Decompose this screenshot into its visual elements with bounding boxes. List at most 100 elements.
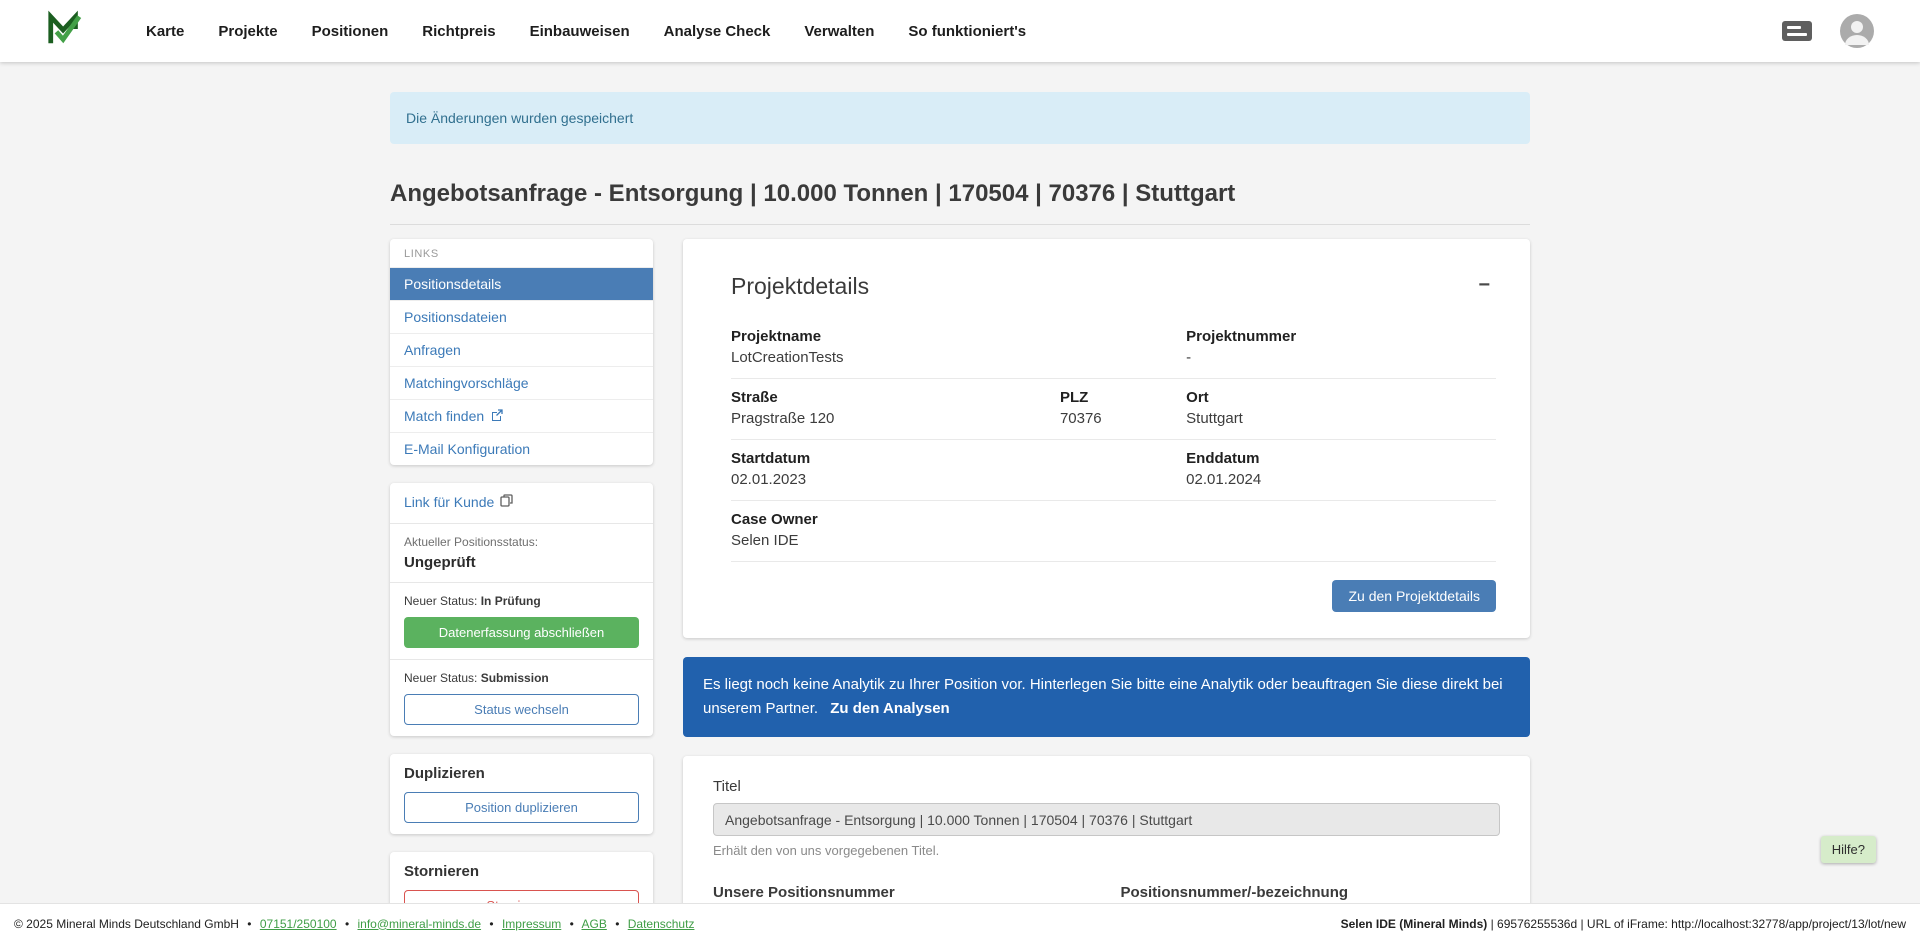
field-case-owner: Case Owner Selen IDE: [731, 511, 1496, 549]
nav-item-analyse-check[interactable]: Analyse Check: [664, 23, 771, 40]
main-nav: Karte Projekte Positionen Richtpreis Ein…: [146, 23, 1026, 40]
analytics-banner: Es liegt noch keine Analytik zu Ihrer Po…: [683, 657, 1530, 737]
field-label: Straße: [731, 389, 1060, 406]
field-plz: PLZ 70376: [1060, 389, 1186, 427]
detail-row: Case Owner Selen IDE: [731, 501, 1496, 562]
nav-item-karte[interactable]: Karte: [146, 23, 184, 40]
brand-logo[interactable]: [46, 10, 84, 53]
next-status-line-2: Neuer Status: Submission: [404, 671, 639, 685]
analytics-banner-text: Es liegt noch keine Analytik zu Ihrer Po…: [703, 676, 1503, 717]
next-status-label: Neuer Status:: [404, 594, 477, 608]
our-number-label: Unsere Positionsnummer: [713, 884, 1093, 901]
field-label: PLZ: [1060, 389, 1186, 406]
email-link[interactable]: info@mineral-minds.de: [357, 917, 481, 931]
project-details-card: Projektdetails − Projektname LotCreation…: [683, 239, 1530, 638]
datenschutz-link[interactable]: Datenschutz: [628, 917, 695, 931]
field-value: Selen IDE: [731, 532, 1496, 549]
field-value: -: [1186, 349, 1496, 366]
status-card: Link für Kunde Aktueller Positionsstatus…: [390, 483, 653, 736]
main-column: Projektdetails − Projektname LotCreation…: [683, 239, 1530, 943]
pos-number-label: Positionsnummer/-bezeichnung: [1121, 884, 1501, 901]
nav-item-so-funktionierts[interactable]: So funktioniert's: [908, 23, 1026, 40]
session-details: | 69576255536d | URL of iFrame: http://l…: [1487, 917, 1906, 931]
field-strasse: Straße Pragstraße 120: [731, 389, 1060, 427]
copyright-text: © 2025 Mineral Minds Deutschland GmbH: [14, 917, 239, 931]
field-value: 02.01.2024: [1186, 471, 1496, 488]
duplicate-position-button[interactable]: Position duplizieren: [404, 792, 639, 823]
finish-data-entry-button[interactable]: Datenerfassung abschließen: [404, 617, 639, 648]
nav-item-projekte[interactable]: Projekte: [218, 23, 277, 40]
cancel-heading: Stornieren: [404, 863, 639, 880]
field-label: Projektname: [731, 328, 1186, 345]
user-avatar[interactable]: [1840, 14, 1874, 48]
top-navigation: Karte Projekte Positionen Richtpreis Ein…: [0, 0, 1920, 62]
duplicate-card: Duplizieren Position duplizieren: [390, 754, 653, 834]
field-value: 70376: [1060, 410, 1186, 427]
impressum-link[interactable]: Impressum: [502, 917, 561, 931]
nav-item-richtpreis[interactable]: Richtpreis: [422, 23, 495, 40]
server-icon[interactable]: [1782, 21, 1812, 41]
separator: •: [615, 917, 619, 931]
field-value: 02.01.2023: [731, 471, 1186, 488]
page-body: Die Änderungen wurden gespeichert Angebo…: [0, 62, 1920, 943]
sidebar: LINKS Positionsdetails Positionsdateien …: [390, 239, 653, 943]
agb-link[interactable]: AGB: [582, 917, 607, 931]
next-status-label: Neuer Status:: [404, 671, 477, 685]
sidebar-item-label: Positionsdetails: [404, 276, 501, 292]
field-enddatum: Enddatum 02.01.2024: [1186, 450, 1496, 488]
next-status-value: Submission: [481, 671, 549, 685]
sidebar-item-positionsdetails[interactable]: Positionsdetails: [390, 267, 653, 300]
field-label: Ort: [1186, 389, 1496, 406]
field-startdatum: Startdatum 02.01.2023: [731, 450, 1186, 488]
session-user: Selen IDE (Mineral Minds): [1341, 917, 1488, 931]
project-details-title: Projektdetails: [731, 273, 869, 300]
links-header: LINKS: [390, 239, 653, 267]
separator: •: [489, 917, 493, 931]
duplicate-heading: Duplizieren: [404, 765, 639, 782]
sidebar-item-label: Positionsdateien: [404, 309, 507, 325]
project-details-button[interactable]: Zu den Projektdetails: [1332, 580, 1496, 612]
field-value: LotCreationTests: [731, 349, 1186, 366]
footer-session-info: Selen IDE (Mineral Minds) | 69576255536d…: [1341, 917, 1906, 931]
external-link-icon: [491, 408, 503, 424]
detail-row: Projektname LotCreationTests Projektnumm…: [731, 318, 1496, 379]
collapse-button[interactable]: −: [1472, 273, 1496, 297]
sidebar-item-positionsdateien[interactable]: Positionsdateien: [390, 300, 653, 333]
sidebar-item-anfragen[interactable]: Anfragen: [390, 333, 653, 366]
detail-row: Startdatum 02.01.2023 Enddatum 02.01.202…: [731, 440, 1496, 501]
sidebar-item-label: E-Mail Konfiguration: [404, 441, 530, 457]
field-label: Case Owner: [731, 511, 1496, 528]
nav-item-positionen[interactable]: Positionen: [312, 23, 389, 40]
title-field-help: Erhält den von uns vorgegebenen Titel.: [713, 843, 1500, 858]
sidebar-item-matchingvorschlaege[interactable]: Matchingvorschläge: [390, 366, 653, 399]
saved-alert-text: Die Änderungen wurden gespeichert: [406, 110, 633, 126]
title-divider: [390, 224, 1530, 225]
current-status-label: Aktueller Positionsstatus:: [404, 535, 639, 549]
nav-item-verwalten[interactable]: Verwalten: [804, 23, 874, 40]
field-projektname: Projektname LotCreationTests: [731, 328, 1186, 366]
sidebar-item-label: Match finden: [404, 408, 484, 424]
sidebar-item-label: Anfragen: [404, 342, 461, 358]
separator: •: [247, 917, 251, 931]
field-value: Pragstraße 120: [731, 410, 1060, 427]
next-status-line-1: Neuer Status: In Prüfung: [404, 594, 639, 608]
title-field-label: Titel: [713, 778, 1500, 795]
sidebar-item-email-konfiguration[interactable]: E-Mail Konfiguration: [390, 432, 653, 465]
footer: © 2025 Mineral Minds Deutschland GmbH • …: [0, 903, 1920, 943]
help-button[interactable]: Hilfe?: [1821, 836, 1876, 863]
field-label: Enddatum: [1186, 450, 1496, 467]
nav-item-einbauweisen[interactable]: Einbauweisen: [530, 23, 630, 40]
analytics-link[interactable]: Zu den Analysen: [830, 700, 949, 717]
mineral-minds-logo-icon: [46, 10, 84, 53]
footer-left: © 2025 Mineral Minds Deutschland GmbH • …: [14, 917, 694, 931]
switch-status-button[interactable]: Status wechseln: [404, 694, 639, 725]
customer-link[interactable]: Link für Kunde: [404, 494, 513, 510]
minus-icon: −: [1478, 274, 1490, 296]
next-status-value: In Prüfung: [481, 594, 541, 608]
phone-link[interactable]: 07151/250100: [260, 917, 337, 931]
current-status-value: Ungeprüft: [404, 554, 639, 571]
field-label: Projektnummer: [1186, 328, 1496, 345]
field-ort: Ort Stuttgart: [1186, 389, 1496, 427]
sidebar-item-match-finden[interactable]: Match finden: [390, 399, 653, 432]
title-input: [713, 803, 1500, 836]
